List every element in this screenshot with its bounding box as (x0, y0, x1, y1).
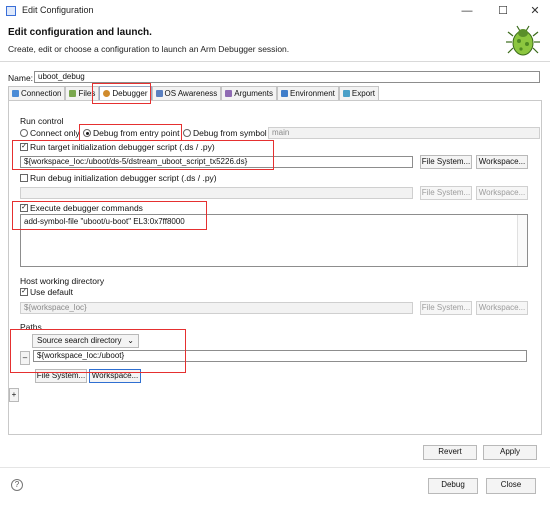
tab-label: Export (351, 89, 376, 98)
tab-connection[interactable]: Connection (8, 86, 66, 100)
tab-label: Debugger (112, 89, 148, 98)
target-file-system-button[interactable]: File System... (420, 155, 472, 169)
run-target-script-checkbox[interactable]: ✓ (20, 143, 28, 151)
host-file-system-button[interactable]: File System... (420, 301, 472, 315)
debug-from-symbol-radio[interactable] (183, 129, 191, 137)
host-dir-path-input[interactable]: ${workspace_loc} (20, 302, 413, 314)
apply-button[interactable]: Apply (483, 445, 537, 460)
window-title: Edit Configuration (22, 5, 94, 15)
app-icon (6, 6, 16, 16)
debug-bug-icon (506, 25, 540, 56)
os-awareness-icon (155, 90, 163, 97)
path-type-select[interactable]: Source search directory ⌄ (32, 334, 139, 348)
help-icon[interactable]: ? (11, 479, 23, 491)
debug-entry-point-radio[interactable] (83, 129, 91, 137)
command-line-text: add-symbol-file "uboot/u-boot" EL3:0x7ff… (24, 217, 185, 226)
use-default-label: Use default (30, 287, 73, 297)
config-name-input[interactable]: uboot_debug (34, 71, 540, 83)
tab-label: OS Awareness (164, 89, 218, 98)
debug-script-path-input[interactable] (20, 187, 413, 199)
tab-files[interactable]: Files (65, 86, 100, 100)
config-tabs: Connection Files Debugger OS Awareness A… (8, 86, 380, 100)
host-workspace-button[interactable]: Workspace... (476, 301, 528, 315)
debug-from-symbol-label: Debug from symbol (193, 128, 267, 138)
run-debug-script-checkbox[interactable] (20, 174, 28, 182)
path-type-value: Source search directory (37, 336, 122, 345)
tab-os-awareness[interactable]: OS Awareness (151, 86, 222, 100)
tab-debugger[interactable]: Debugger (99, 86, 152, 100)
host-dir-label: Host working directory (20, 276, 105, 286)
close-window-button[interactable]: ✕ (524, 3, 546, 19)
paths-workspace-button[interactable]: Workspace... (89, 369, 141, 383)
run-debug-script-label: Run debug initialization debugger script… (30, 173, 217, 183)
connection-icon (12, 90, 19, 97)
bottom-separator (0, 467, 550, 468)
close-button[interactable]: Close (486, 478, 536, 494)
debug-file-system-button[interactable]: File System... (420, 186, 472, 200)
chevron-down-icon: ⌄ (127, 336, 134, 345)
tab-label: Environment (289, 89, 335, 98)
paths-label: Paths (20, 322, 42, 332)
tab-arguments[interactable]: Arguments (221, 86, 277, 100)
run-control-label: Run control (20, 116, 64, 126)
run-target-script-label: Run target initialization debugger scrip… (30, 142, 215, 152)
remove-path-button[interactable]: – (20, 351, 30, 365)
dialog-subtitle: Create, edit or choose a configuration t… (8, 44, 290, 54)
add-path-button[interactable]: + (9, 388, 19, 402)
connect-only-radio[interactable] (20, 129, 28, 137)
minimize-button[interactable]: — (456, 3, 478, 19)
debugger-icon (103, 90, 111, 97)
tab-export[interactable]: Export (338, 86, 380, 100)
revert-button[interactable]: Revert (423, 445, 477, 460)
tab-label: Files (78, 89, 96, 98)
symbol-input[interactable]: main (268, 127, 540, 139)
use-default-checkbox[interactable]: ✓ (20, 288, 28, 296)
dialog-title: Edit configuration and launch. (8, 27, 152, 38)
tab-environment[interactable]: Environment (276, 86, 339, 100)
debug-entry-point-label: Debug from entry point (93, 128, 180, 138)
arguments-icon (225, 90, 233, 97)
maximize-button[interactable]: ☐ (492, 3, 514, 19)
tab-label: Arguments (234, 89, 273, 98)
execute-commands-checkbox[interactable]: ✓ (20, 204, 28, 212)
name-label: Name: (8, 73, 34, 83)
connect-only-label: Connect only (30, 128, 80, 138)
source-path-input[interactable]: ${workspace_loc:/uboot} (33, 350, 527, 362)
commands-scrollbar[interactable] (517, 215, 527, 266)
tab-label: Connection (21, 89, 62, 98)
target-workspace-button[interactable]: Workspace... (476, 155, 528, 169)
target-script-path-input[interactable]: ${workspace_loc:/uboot/ds-5/dstream_uboo… (20, 156, 413, 168)
debug-workspace-button[interactable]: Workspace... (476, 186, 528, 200)
export-icon (342, 90, 350, 97)
debug-button[interactable]: Debug (428, 478, 478, 494)
paths-file-system-button[interactable]: File System... (35, 369, 87, 383)
files-icon (69, 90, 77, 97)
environment-icon (280, 90, 288, 97)
debugger-commands-textarea[interactable]: add-symbol-file "uboot/u-boot" EL3:0x7ff… (20, 214, 528, 267)
execute-commands-label: Execute debugger commands (30, 203, 143, 213)
